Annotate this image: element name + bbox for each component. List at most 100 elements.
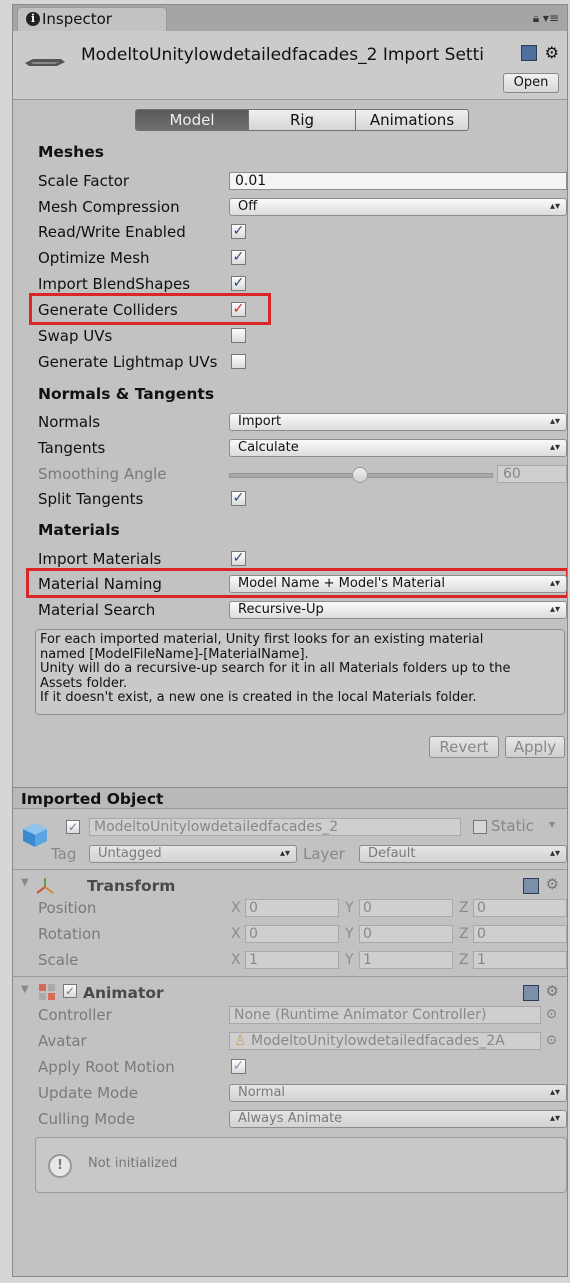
position-x-input[interactable]: 0 bbox=[245, 899, 339, 917]
normals-value: Import bbox=[238, 414, 282, 429]
static-dropdown-arrow-icon[interactable]: ▾ bbox=[549, 817, 555, 831]
update-mode-dropdown[interactable]: Normal ▴▾ bbox=[229, 1084, 567, 1102]
divider bbox=[13, 869, 567, 870]
object-picker-icon[interactable]: ⊙ bbox=[546, 1007, 557, 1022]
dropdown-arrow-icon: ▴▾ bbox=[549, 1087, 560, 1098]
model-thumbnail bbox=[25, 59, 65, 66]
normals-dropdown[interactable]: Import ▴▾ bbox=[229, 413, 567, 431]
foldout-arrow-icon[interactable]: ▼ bbox=[21, 984, 29, 995]
controller-field[interactable]: None (Runtime Animator Controller) bbox=[229, 1006, 541, 1024]
mesh-compression-label: Mesh Compression bbox=[38, 198, 180, 216]
object-picker-icon[interactable]: ⊙ bbox=[546, 1033, 557, 1048]
animator-header[interactable]: ▼ ✓ Animator ⚙ bbox=[13, 982, 567, 1004]
animator-enabled-checkbox[interactable]: ✓ bbox=[63, 984, 77, 998]
scale-y-input[interactable]: 1 bbox=[359, 951, 453, 969]
gameobject-name-input[interactable]: ModeltoUnitylowdetailedfacades_2 bbox=[89, 818, 461, 836]
inspector-tab[interactable]: i Inspector bbox=[17, 7, 167, 31]
material-search-value: Recursive-Up bbox=[238, 602, 324, 617]
controller-label: Controller bbox=[38, 1006, 112, 1024]
tag-dropdown[interactable]: Untagged ▴▾ bbox=[89, 845, 297, 863]
revert-button[interactable]: Revert bbox=[429, 736, 499, 758]
y-axis-label: Y bbox=[345, 926, 354, 942]
import-materials-label: Import Materials bbox=[38, 550, 162, 568]
gameobject-active-checkbox[interactable]: ✓ bbox=[66, 820, 80, 834]
apply-button[interactable]: Apply bbox=[505, 736, 565, 758]
meshes-heading: Meshes bbox=[38, 143, 104, 161]
update-mode-value: Normal bbox=[238, 1085, 286, 1100]
static-label: Static bbox=[491, 817, 534, 835]
dropdown-arrow-icon: ▴▾ bbox=[549, 201, 560, 212]
normals-label: Normals bbox=[38, 413, 101, 431]
avatar-field[interactable]: ♙ ModeltoUnitylowdetailedfacades_2A bbox=[229, 1032, 541, 1050]
import-materials-checkbox[interactable]: ✓ bbox=[231, 551, 246, 566]
static-checkbox[interactable] bbox=[473, 820, 487, 834]
gear-icon[interactable]: ⚙ bbox=[546, 982, 559, 1000]
gameobject-cube-icon bbox=[23, 823, 47, 847]
rotation-y-input[interactable]: 0 bbox=[359, 925, 453, 943]
inspector-window: i Inspector 🔒︎ ▾≡ ModeltoUnitylowdetaile… bbox=[12, 4, 568, 1277]
scale-factor-input[interactable]: 0.01 bbox=[229, 172, 567, 190]
foldout-arrow-icon[interactable]: ▼ bbox=[21, 877, 29, 888]
split-tangents-checkbox[interactable]: ✓ bbox=[231, 491, 246, 506]
optimize-mesh-label: Optimize Mesh bbox=[38, 249, 150, 267]
position-y-input[interactable]: 0 bbox=[359, 899, 453, 917]
gear-icon[interactable]: ⚙ bbox=[545, 43, 559, 62]
culling-mode-label: Culling Mode bbox=[38, 1110, 136, 1128]
transform-header[interactable]: ▼ Transform ⚙ bbox=[13, 875, 567, 897]
rotation-z-input[interactable]: 0 bbox=[473, 925, 567, 943]
gear-icon[interactable]: ⚙ bbox=[546, 875, 559, 893]
help-book-icon[interactable] bbox=[523, 878, 539, 894]
info-icon: i bbox=[26, 12, 40, 26]
import-blendshapes-checkbox[interactable]: ✓ bbox=[231, 276, 246, 291]
read-write-checkbox[interactable]: ✓ bbox=[231, 224, 246, 239]
normals-heading: Normals & Tangents bbox=[38, 385, 215, 403]
slider-thumb[interactable] bbox=[352, 467, 368, 483]
tab-model[interactable]: Model bbox=[135, 109, 249, 131]
help-book-icon[interactable] bbox=[523, 985, 539, 1001]
position-z-input[interactable]: 0 bbox=[473, 899, 567, 917]
dropdown-arrow-icon: ▴▾ bbox=[549, 578, 560, 589]
rotation-label: Rotation bbox=[38, 925, 101, 943]
tab-controls: 🔒︎ ▾≡ bbox=[533, 11, 559, 26]
rotation-x-input[interactable]: 0 bbox=[245, 925, 339, 943]
swap-uvs-checkbox[interactable] bbox=[231, 328, 246, 343]
menu-icon[interactable]: ▾≡ bbox=[543, 11, 559, 25]
lock-icon[interactable]: 🔒︎ bbox=[533, 11, 539, 25]
x-axis-label: X bbox=[231, 926, 241, 942]
tab-animations[interactable]: Animations bbox=[355, 109, 469, 131]
culling-mode-dropdown[interactable]: Always Animate ▴▾ bbox=[229, 1110, 567, 1128]
z-axis-label: Z bbox=[459, 900, 469, 916]
generate-lightmap-uvs-checkbox[interactable] bbox=[231, 354, 246, 369]
generate-colliders-checkbox[interactable]: ✓ bbox=[231, 302, 246, 317]
read-write-label: Read/Write Enabled bbox=[38, 223, 186, 241]
tab-rig[interactable]: Rig bbox=[248, 109, 356, 131]
apply-root-motion-checkbox[interactable]: ✓ bbox=[231, 1059, 246, 1074]
scale-z-input[interactable]: 1 bbox=[473, 951, 567, 969]
transform-title: Transform bbox=[87, 877, 176, 895]
material-search-dropdown[interactable]: Recursive-Up ▴▾ bbox=[229, 601, 567, 619]
scale-x-input[interactable]: 1 bbox=[245, 951, 339, 969]
dropdown-arrow-icon: ▴▾ bbox=[549, 848, 560, 859]
tag-label: Tag bbox=[51, 845, 77, 863]
optimize-mesh-checkbox[interactable]: ✓ bbox=[231, 250, 246, 265]
dropdown-arrow-icon: ▴▾ bbox=[549, 604, 560, 615]
culling-mode-value: Always Animate bbox=[238, 1111, 343, 1126]
help-line: If it doesn't exist, a new one is create… bbox=[40, 690, 477, 705]
z-axis-label: Z bbox=[459, 952, 469, 968]
y-axis-label: Y bbox=[345, 952, 354, 968]
layer-dropdown[interactable]: Default ▴▾ bbox=[359, 845, 567, 863]
scale-label: Scale bbox=[38, 951, 79, 969]
update-mode-label: Update Mode bbox=[38, 1084, 138, 1102]
material-naming-dropdown[interactable]: Model Name + Model's Material ▴▾ bbox=[229, 575, 567, 593]
open-button[interactable]: Open bbox=[503, 73, 559, 93]
avatar-label: Avatar bbox=[38, 1032, 87, 1050]
apply-root-motion-label: Apply Root Motion bbox=[38, 1058, 175, 1076]
smoothing-angle-input[interactable]: 60 bbox=[497, 465, 567, 483]
help-book-icon[interactable] bbox=[520, 44, 537, 61]
asset-title: ModeltoUnitylowdetailedfacades_2 Import … bbox=[81, 45, 484, 65]
help-line: Unity will do a recursive-up search for … bbox=[40, 661, 511, 676]
tangents-label: Tangents bbox=[38, 439, 106, 457]
tangents-dropdown[interactable]: Calculate ▴▾ bbox=[229, 439, 567, 457]
mesh-compression-dropdown[interactable]: Off ▴▾ bbox=[229, 198, 567, 216]
dropdown-arrow-icon: ▴▾ bbox=[279, 848, 290, 859]
